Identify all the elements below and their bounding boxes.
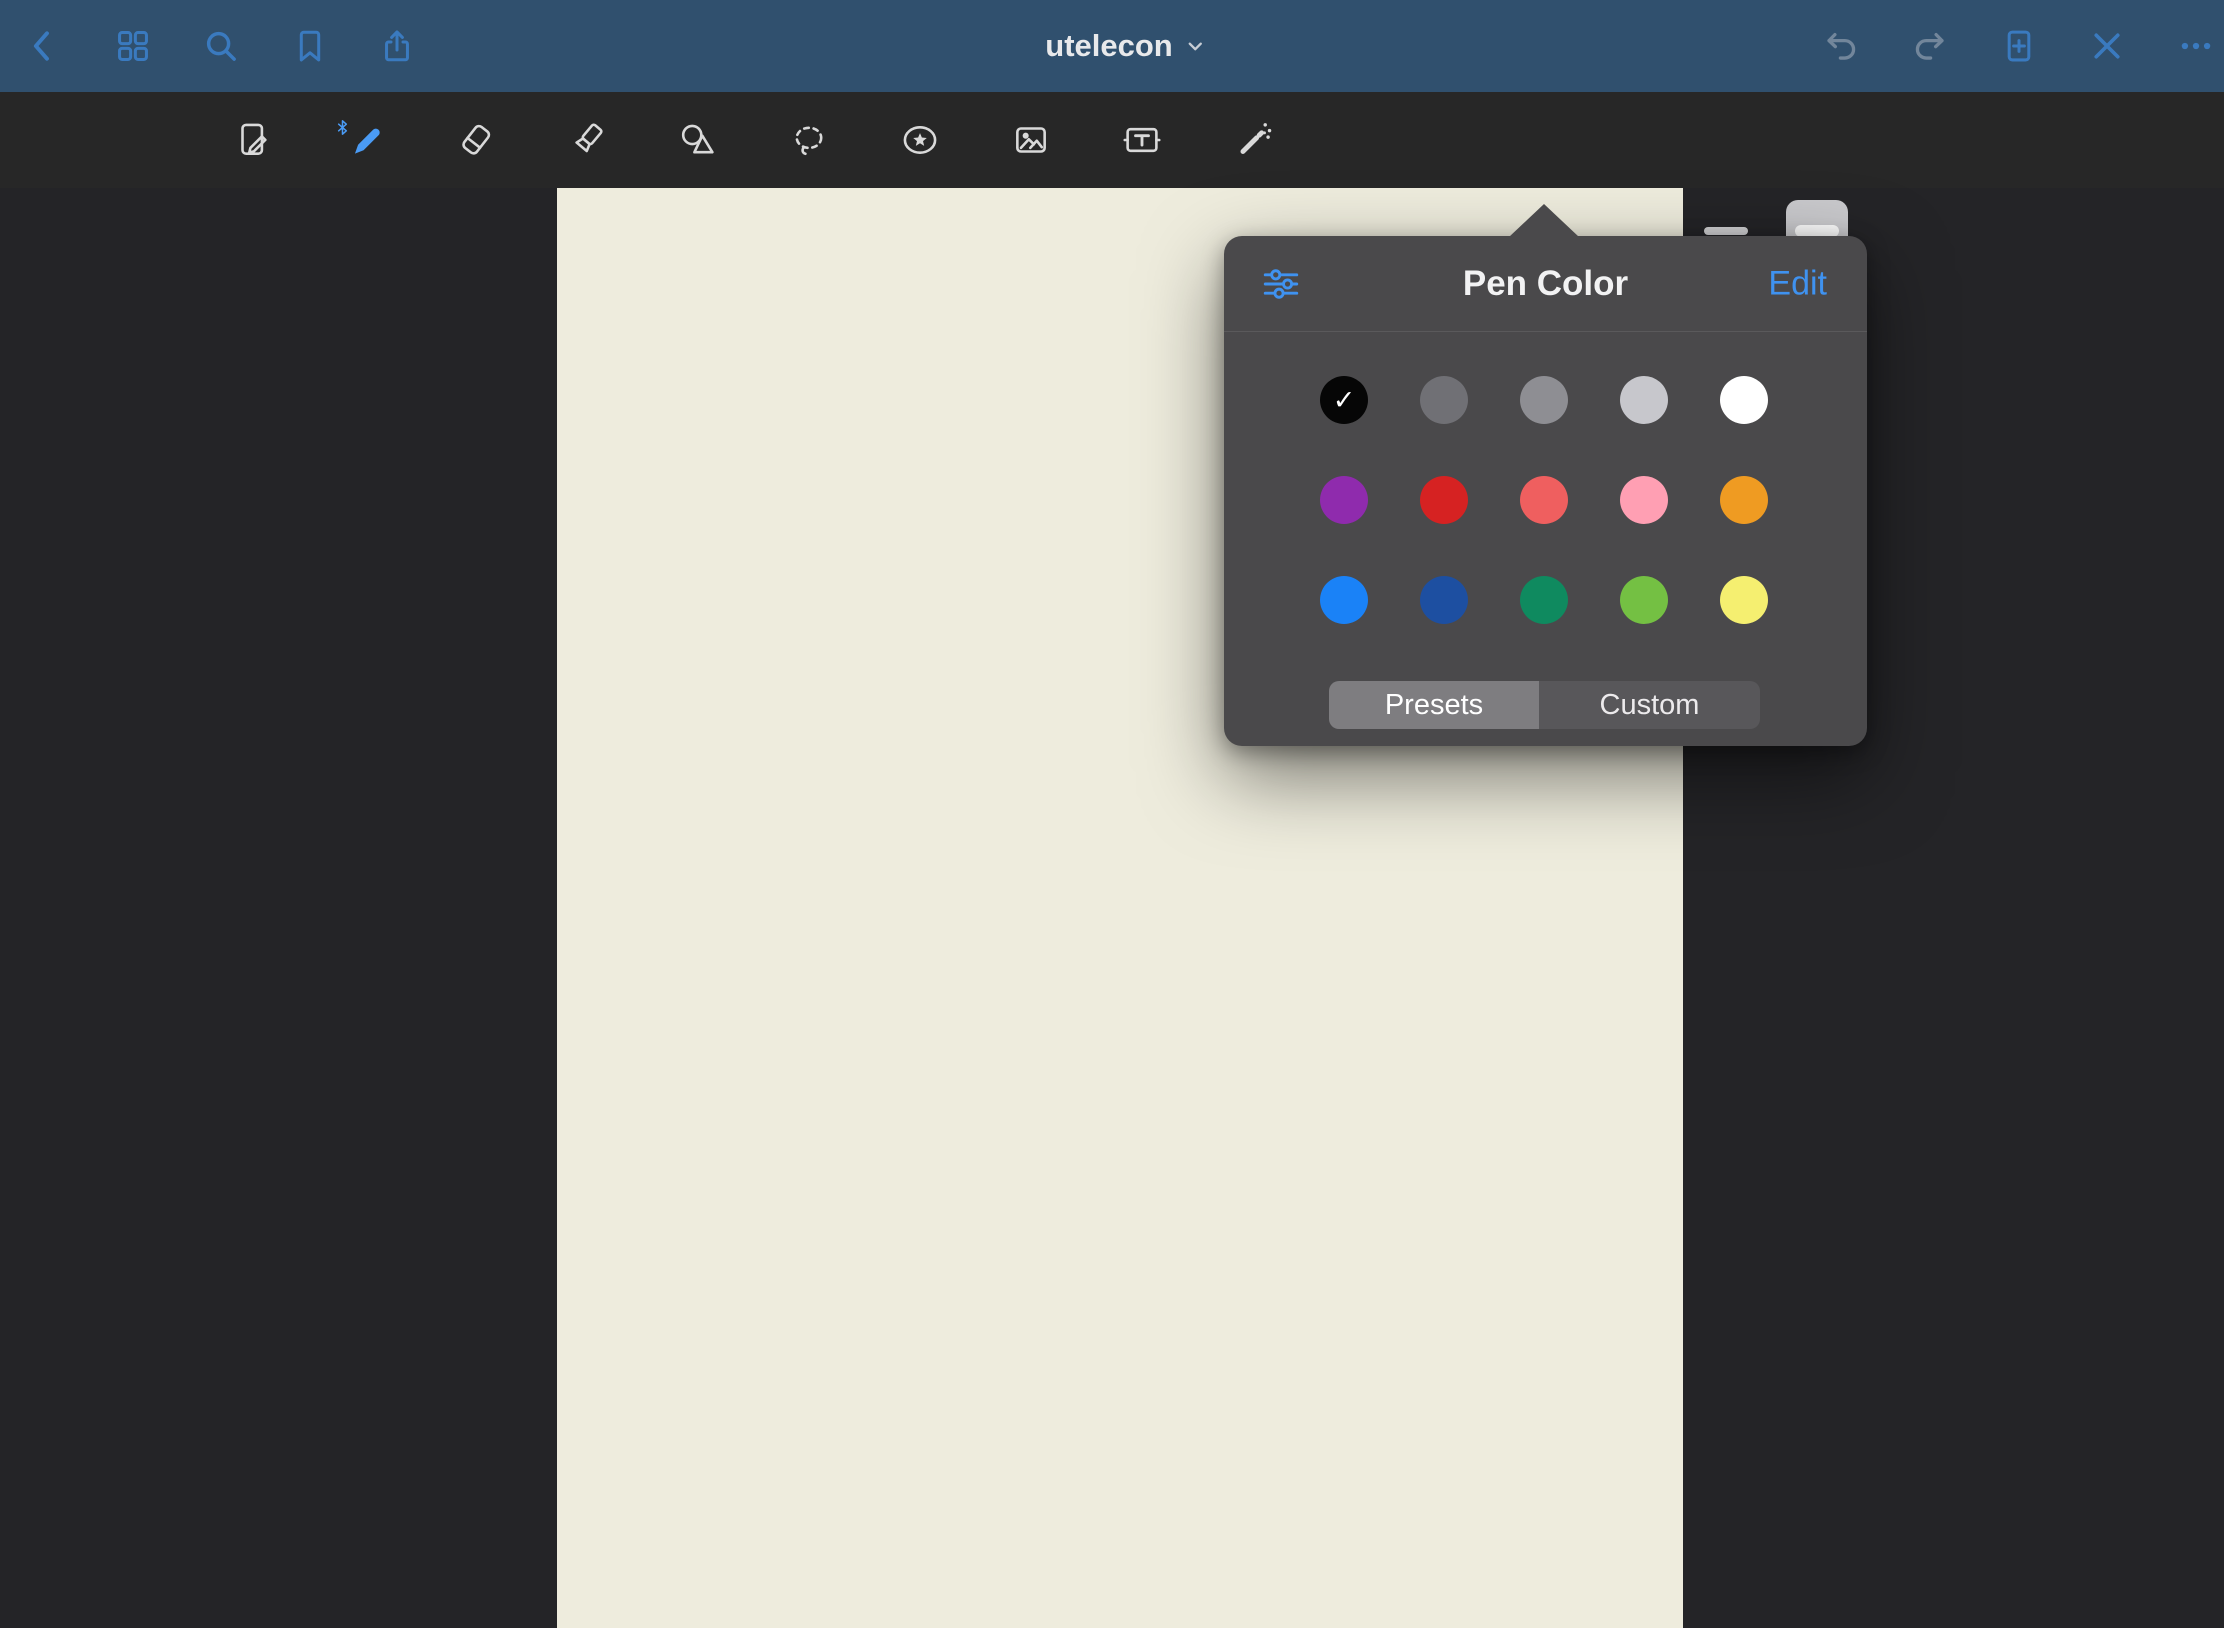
tool-shapes[interactable] bbox=[674, 116, 722, 164]
popover-arrow bbox=[1509, 204, 1579, 237]
share-button[interactable] bbox=[375, 24, 419, 68]
pen-color-swatch-orange[interactable] bbox=[1720, 476, 1768, 524]
pen-color-swatch-dark-gray[interactable] bbox=[1420, 376, 1468, 424]
pen-color-swatch-coral[interactable] bbox=[1520, 476, 1568, 524]
tool-eraser[interactable] bbox=[452, 116, 500, 164]
stroke-width-medium[interactable] bbox=[1704, 227, 1748, 235]
tool-highlighter[interactable] bbox=[563, 116, 611, 164]
top-navigation-bar: utelecon bbox=[0, 0, 2224, 92]
tool-laser-pointer[interactable] bbox=[1229, 116, 1277, 164]
pen-color-swatch-light-gray[interactable] bbox=[1620, 376, 1668, 424]
pen-color-swatch-black[interactable]: ✓ bbox=[1320, 376, 1368, 424]
tool-text[interactable] bbox=[1118, 116, 1166, 164]
close-button[interactable] bbox=[2085, 24, 2129, 68]
more-button[interactable] bbox=[2174, 24, 2218, 68]
popover-title: Pen Color bbox=[1463, 264, 1628, 304]
app-screen: utelecon bbox=[0, 0, 2224, 1628]
edit-button[interactable]: Edit bbox=[1768, 264, 1827, 303]
tool-stickers[interactable] bbox=[896, 116, 944, 164]
sliders-icon bbox=[1260, 263, 1302, 305]
pen-color-swatch-yellow[interactable] bbox=[1720, 576, 1768, 624]
undo-button[interactable] bbox=[1820, 24, 1864, 68]
title-chevron-down-icon bbox=[1185, 35, 1207, 57]
tool-lasso[interactable] bbox=[785, 116, 833, 164]
segment-presets[interactable]: Presets bbox=[1329, 681, 1539, 729]
bookmark-button[interactable] bbox=[288, 24, 332, 68]
tool-bar bbox=[0, 92, 2224, 188]
thumbnails-button[interactable] bbox=[111, 24, 155, 68]
pen-color-swatch-teal[interactable] bbox=[1520, 576, 1568, 624]
share-icon bbox=[378, 27, 416, 65]
back-icon bbox=[24, 27, 62, 65]
document-title[interactable]: utelecon bbox=[1045, 0, 1206, 92]
pen-color-swatch-gray[interactable] bbox=[1520, 376, 1568, 424]
undo-icon bbox=[1823, 27, 1861, 65]
bluetooth-icon bbox=[335, 118, 350, 137]
bookmark-icon bbox=[291, 27, 329, 65]
pen-color-swatch-pink[interactable] bbox=[1620, 476, 1668, 524]
segmented-control: Presets Custom bbox=[1329, 681, 1760, 729]
pen-color-swatch-red[interactable] bbox=[1420, 476, 1468, 524]
tool-image[interactable] bbox=[1007, 116, 1055, 164]
back-button[interactable] bbox=[21, 24, 65, 68]
search-icon bbox=[202, 27, 240, 65]
shapes-icon bbox=[675, 117, 721, 163]
text-icon bbox=[1119, 117, 1165, 163]
document-title-text: utelecon bbox=[1045, 28, 1172, 64]
redo-icon bbox=[1910, 27, 1948, 65]
pen-color-swatch-purple[interactable] bbox=[1320, 476, 1368, 524]
pen-color-swatch-blue[interactable] bbox=[1320, 576, 1368, 624]
document-edit-icon bbox=[231, 117, 277, 163]
add-page-button[interactable] bbox=[1997, 24, 2041, 68]
more-icon bbox=[2177, 27, 2215, 65]
pen-settings-button[interactable] bbox=[1260, 263, 1302, 305]
laser-pointer-icon bbox=[1230, 117, 1276, 163]
tool-group bbox=[230, 92, 1277, 188]
popover-header: Pen Color Edit bbox=[1224, 236, 1867, 332]
pen-color-swatch-white[interactable] bbox=[1720, 376, 1768, 424]
stickers-icon bbox=[897, 117, 943, 163]
pen-color-grid: ✓ bbox=[1320, 376, 1768, 624]
lasso-icon bbox=[786, 117, 832, 163]
segment-custom[interactable]: Custom bbox=[1539, 681, 1760, 729]
search-button[interactable] bbox=[199, 24, 243, 68]
pen-color-swatch-navy[interactable] bbox=[1420, 576, 1468, 624]
pen-color-swatch-green[interactable] bbox=[1620, 576, 1668, 624]
thumbnails-icon bbox=[114, 27, 152, 65]
tool-document-edit[interactable] bbox=[230, 116, 278, 164]
highlighter-icon bbox=[564, 117, 610, 163]
redo-button[interactable] bbox=[1907, 24, 1951, 68]
close-icon bbox=[2088, 27, 2126, 65]
image-icon bbox=[1008, 117, 1054, 163]
pen-color-popover: Pen Color Edit ✓ Presets Custom bbox=[1224, 236, 1867, 746]
add-page-icon bbox=[2000, 27, 2038, 65]
check-icon: ✓ bbox=[1333, 387, 1356, 414]
eraser-icon bbox=[453, 117, 499, 163]
tool-pen[interactable] bbox=[341, 116, 389, 164]
